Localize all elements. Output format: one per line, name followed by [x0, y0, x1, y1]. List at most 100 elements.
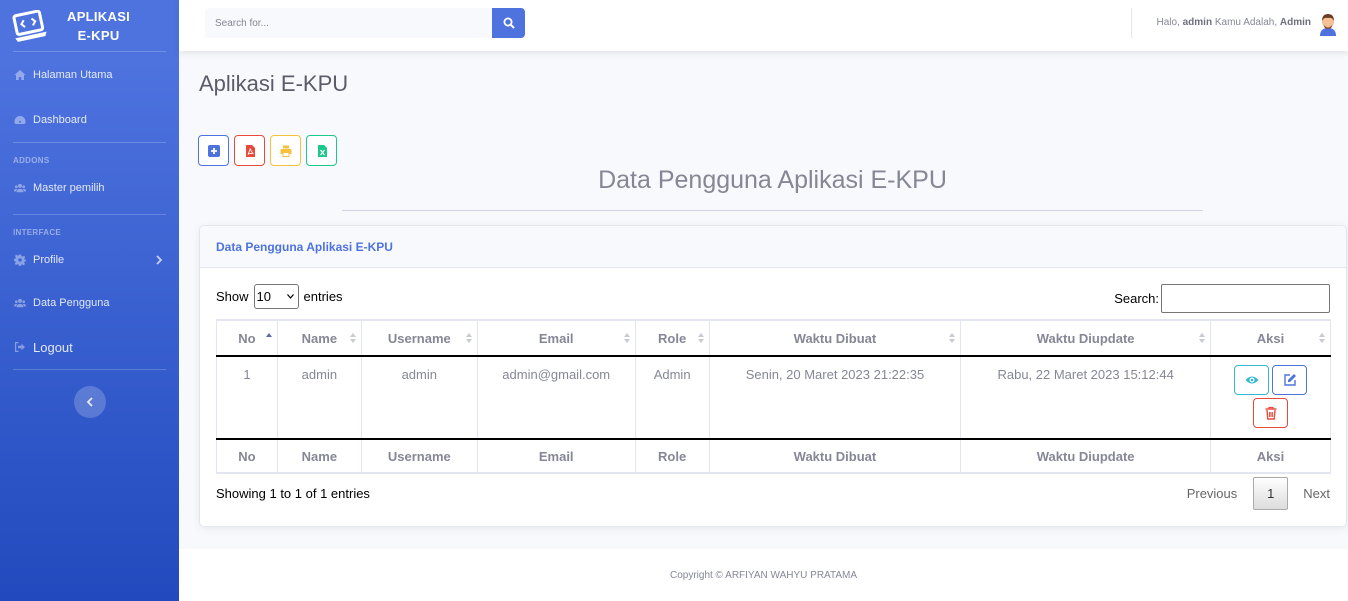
export-pdf-button[interactable]	[234, 135, 265, 166]
table-header-row: No Name Username Email Role Waktu Dibuat…	[216, 319, 1331, 357]
table-search-input[interactable]	[1161, 284, 1330, 313]
cell-email: admin@gmail.com	[476, 355, 636, 440]
page-title: Aplikasi E-KPU	[199, 71, 349, 96]
eye-icon	[1245, 376, 1258, 384]
sidebar-item-label: Dashboard	[33, 113, 87, 126]
laptop-code-icon	[12, 9, 47, 42]
topbar-search	[205, 8, 525, 38]
footer-col-waktu-dibuat: Waktu Dibuat	[708, 438, 962, 474]
footer-col-no: No	[216, 438, 278, 474]
brand-text: APLIKASI E-KPU	[67, 8, 131, 43]
search-input[interactable]	[205, 8, 492, 38]
view-button[interactable]	[1234, 365, 1269, 395]
greeting-role: Admin	[1279, 17, 1311, 28]
footer-col-aksi: Aksi	[1210, 438, 1331, 474]
footer-col-waktu-diupdate: Waktu Diupdate	[960, 438, 1211, 474]
entries-length-control: Show 10 entries	[216, 284, 343, 309]
column-header-role[interactable]: Role	[634, 319, 710, 357]
delete-button[interactable]	[1253, 398, 1288, 428]
footer: Copyright © ARFIYAN WAHYU PRATAMA	[179, 549, 1348, 601]
home-icon	[13, 69, 27, 81]
sidebar-item-label: Profile	[33, 254, 65, 266]
sidebar-item-label: Halaman Utama	[33, 68, 113, 81]
sidebar-item-data-pengguna[interactable]: Data Pengguna	[0, 280, 179, 325]
users-table: No Name Username Email Role Waktu Dibuat…	[216, 319, 1331, 474]
show-label: Show	[216, 289, 249, 304]
card-title: Data Pengguna Aplikasi E-KPU	[200, 226, 1346, 268]
user-greeting[interactable]: Halo, admin Kamu Adalah, Admin	[1156, 17, 1311, 28]
column-header-waktu-diupdate[interactable]: Waktu Diupdate	[960, 319, 1211, 357]
chevron-right-icon	[156, 255, 163, 265]
entries-select[interactable]: 10	[253, 284, 299, 309]
topbar-divider	[1131, 8, 1132, 38]
sidebar-item-label: Master pemilih	[33, 182, 105, 194]
sidebar-brand[interactable]: APLIKASI E-KPU	[0, 0, 179, 51]
sidebar-item-label: Data Pengguna	[33, 296, 110, 309]
sidebar-heading-addons: ADDONS	[13, 156, 50, 165]
footer-col-username: Username	[360, 438, 478, 474]
action-toolbar	[198, 135, 337, 166]
file-pdf-icon	[245, 144, 255, 157]
cell-no: 1	[216, 355, 278, 440]
page-button-current[interactable]: 1	[1253, 477, 1289, 510]
cell-created: Senin, 20 Maret 2023 21:22:35	[708, 355, 962, 440]
column-header-aksi[interactable]: Aksi	[1210, 319, 1331, 357]
cell-name: admin	[276, 355, 362, 440]
edit-icon	[1283, 374, 1296, 386]
topbar: Halo, admin Kamu Adalah, Admin	[179, 0, 1348, 51]
edit-button[interactable]	[1272, 365, 1307, 395]
column-header-name[interactable]: Name	[276, 319, 362, 357]
search-icon	[503, 17, 515, 29]
footer-col-name: Name	[276, 438, 362, 474]
sidebar-item-halaman-utama[interactable]: Halaman Utama	[0, 52, 179, 97]
plus-square-icon	[207, 144, 220, 157]
sidebar-item-master-pemilih[interactable]: Master pemilih	[0, 168, 179, 208]
gear-icon	[13, 254, 27, 266]
add-button[interactable]	[198, 135, 229, 166]
greeting-role-prefix: Kamu Adalah,	[1214, 17, 1278, 28]
section-divider	[342, 210, 1203, 211]
table-row: 1 admin admin admin@gmail.com Admin Seni…	[216, 355, 1331, 440]
greeting-prefix: Halo,	[1156, 17, 1180, 28]
footer-col-email: Email	[476, 438, 636, 474]
sidebar: APLIKASI E-KPU Halaman Utama Dashboard A…	[0, 0, 179, 601]
cell-aksi	[1210, 355, 1331, 440]
next-page-button[interactable]: Next	[1288, 486, 1330, 501]
sidebar-item-label: Logout	[33, 339, 73, 355]
cell-role: Admin	[634, 355, 710, 440]
sidebar-heading-interface: INTERFACE	[13, 228, 62, 237]
sidebar-item-profile[interactable]: Profile	[0, 240, 179, 280]
cell-updated: Rabu, 22 Maret 2023 15:12:44	[960, 355, 1211, 440]
chevron-down-icon	[286, 294, 294, 299]
table-info: Showing 1 to 1 of 1 entries	[216, 486, 370, 501]
print-icon	[280, 145, 291, 157]
search-button[interactable]	[492, 8, 525, 38]
users-icon	[13, 182, 27, 194]
column-header-waktu-dibuat[interactable]: Waktu Dibuat	[708, 319, 962, 357]
column-header-username[interactable]: Username	[360, 319, 478, 357]
sidebar-toggle-button[interactable]	[74, 386, 106, 418]
sidebar-divider	[13, 369, 166, 370]
chevron-left-icon	[86, 397, 93, 407]
pagination: Previous 1 Next	[1171, 477, 1330, 510]
tachometer-icon	[13, 114, 27, 126]
column-header-email[interactable]: Email	[476, 319, 636, 357]
table-footer-row: No Name Username Email Role Waktu Dibuat…	[216, 438, 1331, 474]
previous-page-button[interactable]: Previous	[1171, 486, 1254, 501]
entries-label: entries	[303, 289, 343, 304]
print-button[interactable]	[270, 135, 301, 166]
export-excel-button[interactable]	[306, 135, 337, 166]
users-card: Data Pengguna Aplikasi E-KPU Show 10 ent…	[199, 225, 1347, 527]
table-search: Search:	[1114, 284, 1330, 313]
row-actions	[1231, 365, 1311, 428]
sidebar-item-logout[interactable]: Logout	[0, 325, 179, 369]
trash-icon	[1265, 406, 1276, 420]
footer-col-role: Role	[634, 438, 710, 474]
column-header-no[interactable]: No	[216, 319, 278, 357]
copyright-text: Copyright © ARFIYAN WAHYU PRATAMA	[669, 569, 858, 581]
file-excel-icon	[317, 144, 327, 157]
sign-out-icon	[13, 341, 27, 353]
table-search-label: Search:	[1114, 291, 1159, 306]
sidebar-item-dashboard[interactable]: Dashboard	[0, 97, 179, 142]
avatar[interactable]	[1317, 12, 1339, 36]
